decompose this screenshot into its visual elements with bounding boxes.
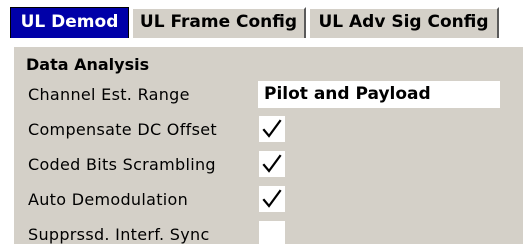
checkmark-icon bbox=[262, 189, 282, 208]
checkmark-icon bbox=[262, 119, 282, 138]
compensate-dc-offset-label: Compensate DC Offset bbox=[28, 120, 217, 139]
suppressed-interf-sync-label: Supprssd. Interf. Sync bbox=[28, 225, 210, 244]
checkmark-icon bbox=[262, 154, 282, 173]
coded-bits-scrambling-checkbox[interactable] bbox=[259, 151, 285, 177]
section-title: Data Analysis bbox=[26, 55, 150, 74]
tab-strip: UL Demod UL Frame Config UL Adv Sig Conf… bbox=[0, 0, 523, 46]
coded-bits-scrambling-label: Coded Bits Scrambling bbox=[28, 155, 216, 174]
demod-settings-window: UL Demod UL Frame Config UL Adv Sig Conf… bbox=[0, 0, 523, 244]
data-analysis-panel: Data Analysis Channel Est. Range Pilot a… bbox=[12, 46, 523, 244]
channel-est-range-label: Channel Est. Range bbox=[28, 85, 190, 104]
auto-demodulation-label: Auto Demodulation bbox=[28, 190, 189, 209]
tab-ul-demod[interactable]: UL Demod bbox=[10, 7, 129, 38]
tab-ul-adv-sig-config[interactable]: UL Adv Sig Config bbox=[308, 7, 499, 38]
channel-est-range-field[interactable]: Pilot and Payload bbox=[258, 81, 500, 108]
suppressed-interf-sync-checkbox[interactable] bbox=[259, 221, 285, 244]
auto-demodulation-checkbox[interactable] bbox=[259, 186, 285, 212]
tab-ul-frame-config[interactable]: UL Frame Config bbox=[131, 7, 306, 38]
compensate-dc-offset-checkbox[interactable] bbox=[259, 116, 285, 142]
